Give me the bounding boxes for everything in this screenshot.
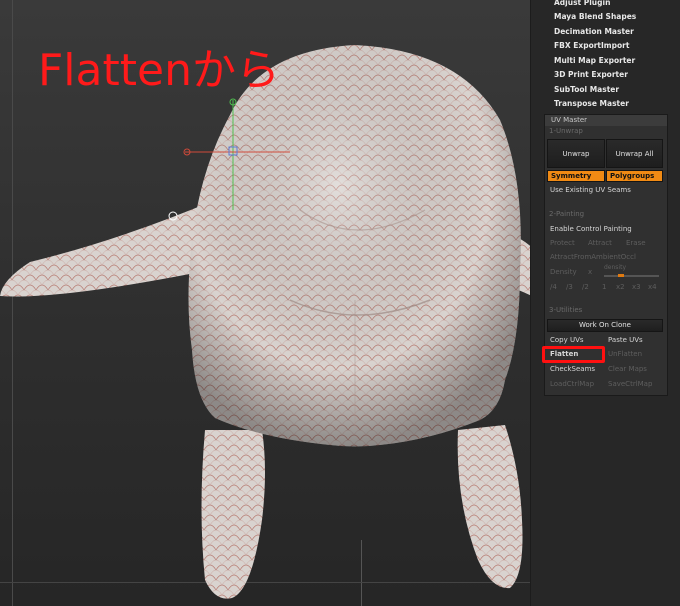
3d-viewport[interactable]: Flattenから bbox=[0, 0, 530, 606]
attract-from-ambient-occl-button[interactable]: AttractFromAmbientOccl bbox=[550, 253, 636, 261]
ratio-one-button[interactable]: 1 bbox=[602, 283, 606, 291]
menu-item-transpose-master[interactable]: Transpose Master bbox=[554, 97, 629, 111]
density-slider[interactable] bbox=[604, 275, 659, 277]
headline-annotation: Flattenから bbox=[38, 45, 280, 96]
menu-item-fbx-exportimport[interactable]: FBX ExportImport bbox=[554, 39, 629, 53]
menu-item-multi-map-exporter[interactable]: Multi Map Exporter bbox=[554, 54, 635, 68]
polygroups-toggle[interactable]: Polygroups bbox=[606, 170, 663, 182]
section-utilities-title: 3-Utilities bbox=[549, 306, 583, 314]
ratio-half-button[interactable]: /2 bbox=[582, 283, 589, 291]
menu-item-3d-print-exporter[interactable]: 3D Print Exporter bbox=[554, 68, 628, 82]
copy-uvs-button[interactable]: Copy UVs bbox=[550, 336, 584, 344]
unwrap-all-button[interactable]: Unwrap All bbox=[606, 139, 663, 168]
left-horn bbox=[0, 200, 215, 297]
attract-button[interactable]: Attract bbox=[588, 239, 612, 247]
unwrap-button[interactable]: Unwrap bbox=[547, 139, 605, 168]
density-label: Density bbox=[550, 268, 577, 276]
load-ctrl-map-button[interactable]: LoadCtrlMap bbox=[550, 380, 594, 388]
enable-control-painting-toggle[interactable]: Enable Control Painting bbox=[550, 225, 632, 233]
work-on-clone-button[interactable]: Work On Clone bbox=[547, 319, 663, 332]
uv-master-header[interactable]: UV Master bbox=[545, 115, 667, 126]
ratio-x2-button[interactable]: x2 bbox=[616, 283, 625, 291]
ratio-x4-button[interactable]: x4 bbox=[648, 283, 657, 291]
paste-uvs-button[interactable]: Paste UVs bbox=[608, 336, 643, 344]
check-seams-button[interactable]: CheckSeams bbox=[550, 365, 595, 373]
density-slider-label: density bbox=[604, 264, 626, 271]
density-slider-knob[interactable] bbox=[618, 274, 624, 277]
ratio-third-button[interactable]: /3 bbox=[566, 283, 573, 291]
protect-button[interactable]: Protect bbox=[550, 239, 575, 247]
use-existing-uv-seams-toggle[interactable]: Use Existing UV Seams bbox=[550, 186, 631, 194]
ratio-x3-button[interactable]: x3 bbox=[632, 283, 641, 291]
density-x-label: x bbox=[588, 268, 593, 276]
menu-item-decimation-master[interactable]: Decimation Master bbox=[554, 25, 634, 39]
save-ctrl-map-button[interactable]: SaveCtrlMap bbox=[608, 380, 652, 388]
symmetry-toggle[interactable]: Symmetry bbox=[547, 170, 605, 182]
section-unwrap-title: 1-Unwrap bbox=[549, 127, 583, 135]
ratio-quarter-button[interactable]: /4 bbox=[550, 283, 557, 291]
left-leg bbox=[201, 430, 265, 599]
right-leg bbox=[457, 425, 523, 589]
menu-item-maya-blend-shapes[interactable]: Maya Blend Shapes bbox=[554, 10, 636, 24]
section-painting-title: 2-Painting bbox=[549, 210, 585, 218]
menu-item-adjust-plugin[interactable]: Adjust Plugin bbox=[554, 0, 610, 10]
menu-item-subtool-master[interactable]: SubTool Master bbox=[554, 83, 619, 97]
flatten-highlight-box bbox=[542, 346, 605, 363]
erase-button[interactable]: Erase bbox=[626, 239, 646, 247]
clear-maps-button[interactable]: Clear Maps bbox=[608, 365, 647, 373]
unflatten-button[interactable]: UnFlatten bbox=[608, 350, 642, 358]
